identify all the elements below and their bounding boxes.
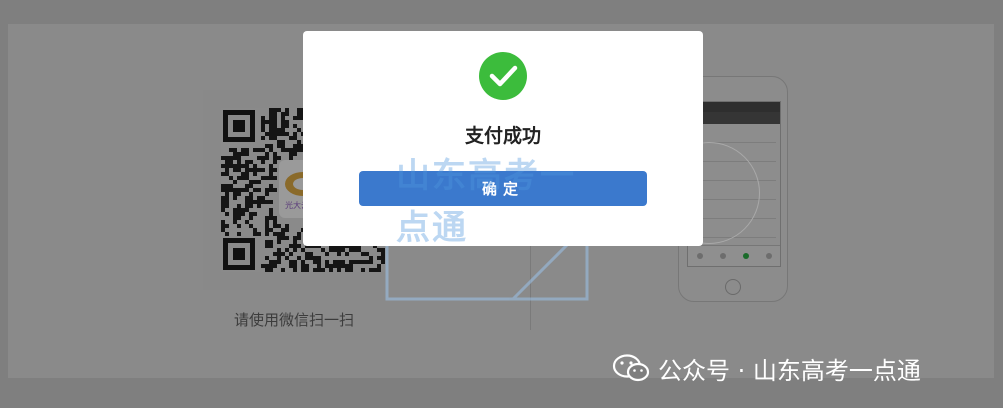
home-button-icon [725, 279, 741, 295]
qr-caption: 请使用微信扫一扫 [233, 311, 354, 329]
wechat-channel-watermark: 公众号 · 山东高考一点通 [612, 347, 992, 389]
wechat-icon [612, 354, 650, 382]
check-circle-icon [479, 52, 527, 100]
dialog-title: 支付成功 [464, 125, 541, 147]
payment-success-dialog: 支付成功 确定 [303, 31, 703, 246]
confirm-button[interactable]: 确定 [359, 171, 647, 206]
wechat-channel-text: 公众号 · 山东高考一点通 [658, 356, 921, 385]
